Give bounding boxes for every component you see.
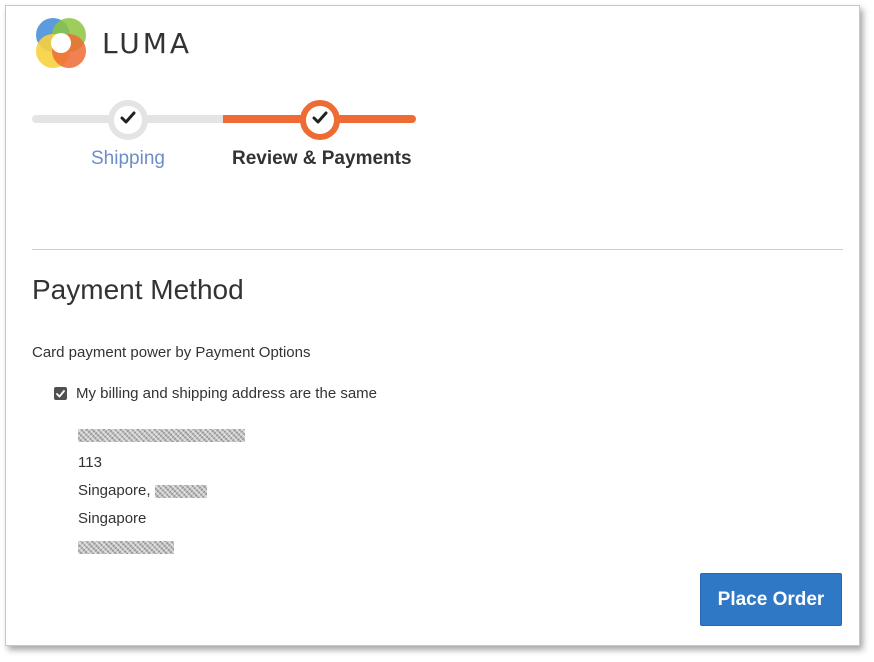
checkmark-icon	[312, 111, 328, 130]
address-phone-line	[78, 533, 245, 561]
step-shipping-label[interactable]: Shipping	[91, 148, 165, 170]
checkout-panel: LUMA Shipping Review & Payments Payment …	[5, 5, 860, 646]
page-title: Payment Method	[32, 274, 244, 305]
redacted-text	[154, 484, 207, 498]
address-name-line	[78, 421, 245, 449]
checkmark-icon	[120, 111, 136, 130]
divider	[32, 249, 843, 250]
address-line: 113	[78, 454, 102, 471]
step-review-payments-label: Review & Payments	[232, 148, 412, 169]
billing-same-label[interactable]: My billing and shipping address are the …	[76, 385, 377, 402]
address-country: Singapore	[78, 510, 147, 527]
step-shipping-indicator[interactable]	[108, 100, 148, 140]
step-review-payments-indicator	[300, 100, 340, 140]
address-city: Singapore,	[78, 482, 151, 499]
billing-address: 113 Singapore, Singapore	[78, 421, 245, 561]
payment-method-label: Card payment power by Payment Options	[32, 344, 311, 361]
brand-name: LUMA	[102, 26, 193, 60]
logo[interactable]: LUMA	[34, 16, 192, 70]
luma-logo-icon	[34, 16, 88, 70]
redacted-text	[78, 428, 245, 442]
checkout-progress: Shipping Review & Payments	[32, 94, 422, 174]
billing-same-checkbox[interactable]	[54, 387, 67, 400]
place-order-button[interactable]: Place Order	[700, 573, 842, 626]
billing-same-option[interactable]: My billing and shipping address are the …	[54, 385, 377, 402]
address-city-line: Singapore,	[78, 477, 245, 505]
redacted-text	[78, 540, 174, 554]
